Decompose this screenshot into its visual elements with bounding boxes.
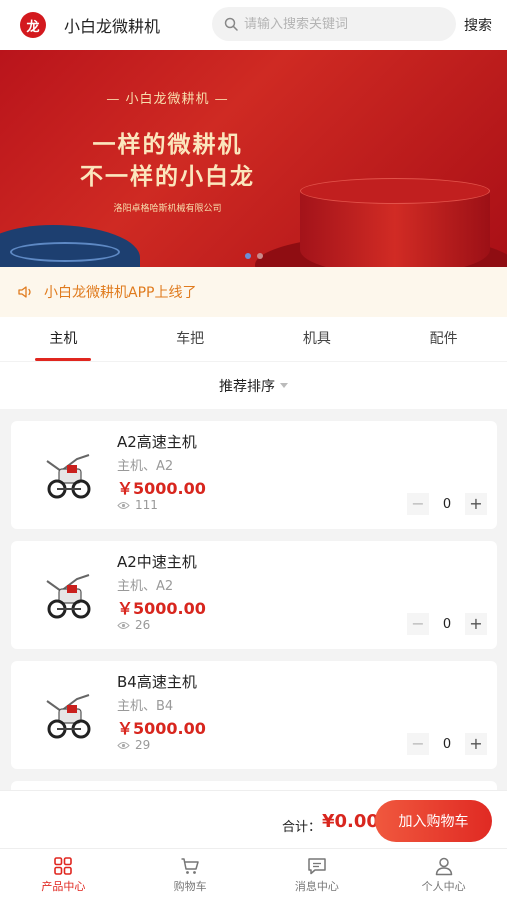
add-to-cart-button[interactable]: 加入购物车 [375,800,492,842]
banner-headline-1: 一样的微耕机 [92,131,243,158]
carousel-dot-1[interactable] [245,253,251,259]
nav-messages[interactable]: 消息中心 [254,849,381,900]
tiller-image [46,454,91,499]
quantity-stepper: − 0 + [407,613,487,635]
quantity-value[interactable]: 0 [429,617,465,632]
product-name[interactable]: A2高速主机 [117,431,197,452]
top-header: 龙 小白龙微耕机 搜索 [0,0,507,50]
tab-handlebar[interactable]: 车把 [127,317,254,361]
bottom-nav: 产品中心 购物车 消息中心 个人中心 [0,848,507,900]
product-tags: 主机、A2 [117,579,174,594]
banner-tagline: — 小白龙微耕机 — [106,92,229,107]
search-input[interactable] [244,16,444,32]
eye-icon [117,741,130,749]
cart-icon [181,858,199,874]
nav-label: 购物车 [173,880,207,893]
notice-bar[interactable]: 小白龙微耕机APP上线了 [0,267,507,317]
search-box[interactable] [212,7,456,41]
banner-headline-2: 不一样的小白龙 [80,163,255,190]
increase-button[interactable]: + [465,613,487,635]
eye-icon [117,501,130,509]
notice-text: 小白龙微耕机APP上线了 [44,285,197,301]
search-button[interactable]: 搜索 [464,15,492,35]
product-price: ￥5000.00 [117,599,206,618]
product-card[interactable]: A2高速主机 主机、A2 ￥5000.00 111 − 0 + [11,421,497,529]
caret-down-icon [280,383,288,388]
view-count: 111 [135,498,158,512]
product-views: 29 [117,738,150,752]
app-title: 小白龙微耕机 [64,17,161,36]
increase-button[interactable]: + [465,733,487,755]
sort-label: 推荐排序 [219,378,275,395]
product-price: ￥5000.00 [117,719,206,738]
speaker-icon [18,286,31,298]
app-logo: 龙 [20,12,46,38]
nav-label: 产品中心 [41,880,86,893]
product-card[interactable]: B4高速主机 主机、B4 ￥5000.00 29 − 0 + [11,661,497,769]
banner-wave-line [10,242,120,262]
decrease-button[interactable]: − [407,733,429,755]
tab-implement[interactable]: 机具 [254,317,381,361]
product-tags: 主机、A2 [117,459,174,474]
product-card[interactable]: A2中速主机 主机、A2 ￥5000.00 26 − 0 + [11,541,497,649]
nav-cart[interactable]: 购物车 [127,849,254,900]
eye-icon [117,621,130,629]
tab-main-unit[interactable]: 主机 [0,317,127,361]
carousel-indicator [245,253,263,259]
search-icon [224,17,238,31]
nav-profile[interactable]: 个人中心 [380,849,507,900]
checkout-bar: 合计： ¥0.00 加入购物车 [0,790,507,848]
promo-banner[interactable]: — 小白龙微耕机 — 一样的微耕机 不一样的小白龙 洛阳卓格哈斯机械有限公司 [0,50,507,267]
view-count: 26 [135,618,151,632]
grid-icon [54,857,73,875]
category-tabs: 主机 车把 机具 配件 [0,317,507,361]
increase-button[interactable]: + [465,493,487,515]
tab-parts[interactable]: 配件 [380,317,507,361]
product-name[interactable]: A2中速主机 [117,551,197,572]
tiller-image [46,574,91,619]
sort-dropdown[interactable]: 推荐排序 [0,361,507,409]
carousel-dot-2[interactable] [257,253,263,259]
nav-label: 消息中心 [294,880,339,893]
product-tags: 主机、B4 [117,699,174,714]
view-count: 29 [135,738,151,752]
product-views: 111 [117,498,158,512]
nav-label: 个人中心 [421,880,466,893]
nav-product-center[interactable]: 产品中心 [0,849,127,900]
product-name[interactable]: B4高速主机 [117,671,197,692]
message-icon [308,858,326,875]
quantity-value[interactable]: 0 [429,497,465,512]
quantity-value[interactable]: 0 [429,737,465,752]
decrease-button[interactable]: − [407,493,429,515]
tiller-image [46,694,91,739]
total-value: ¥0.00 [322,811,379,832]
product-price: ￥5000.00 [117,479,206,498]
quantity-stepper: − 0 + [407,493,487,515]
total-label: 合计： [282,820,322,835]
product-views: 26 [117,618,150,632]
banner-company: 洛阳卓格哈斯机械有限公司 [113,204,222,214]
quantity-stepper: − 0 + [407,733,487,755]
user-icon [435,857,452,876]
decrease-button[interactable]: − [407,613,429,635]
